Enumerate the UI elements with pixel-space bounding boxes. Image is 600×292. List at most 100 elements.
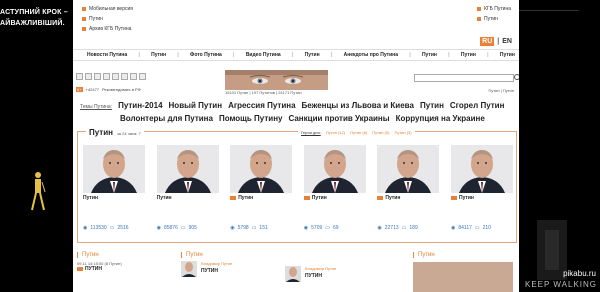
- photo-card[interactable]: Путин ◉ 113530 ▭ 2516: [83, 145, 145, 231]
- bottom-name[interactable]: ПУТИН: [85, 266, 102, 272]
- top-link-mobile[interactable]: Мобильная версия: [82, 4, 133, 14]
- category-icon: [450, 196, 457, 200]
- rss-icon[interactable]: [139, 73, 146, 80]
- comments-count[interactable]: 210: [483, 225, 491, 231]
- photo-card[interactable]: Путин ◉ 85876 ▭ 905: [156, 145, 219, 231]
- putin-photo[interactable]: [450, 145, 513, 193]
- author-name[interactable]: Владимир Путин: [305, 266, 336, 271]
- card-name[interactable]: Путин: [238, 195, 253, 201]
- mailru-icon[interactable]: [121, 73, 128, 80]
- putin-photo[interactable]: [303, 145, 366, 193]
- photo-card[interactable]: Путин ◉ 5709 ▭ 69: [303, 145, 366, 231]
- top-link-putin[interactable]: Путин: [82, 14, 133, 24]
- comment-icon: ▭: [251, 225, 257, 231]
- facebook-icon[interactable]: [76, 73, 83, 80]
- card-name[interactable]: Путин: [83, 195, 98, 201]
- comment-icon: ▭: [180, 225, 186, 231]
- author-thumb[interactable]: [181, 261, 197, 277]
- bottom-section-title[interactable]: Путин: [181, 252, 273, 258]
- comments-count[interactable]: 151: [259, 225, 267, 231]
- topic-link[interactable]: Путин-2014: [118, 100, 162, 111]
- nav-item[interactable]: Анекдоты про Путина: [344, 52, 398, 58]
- twitter-icon[interactable]: [94, 73, 101, 80]
- nav-item[interactable]: Видео Путина: [246, 52, 281, 58]
- vk-icon[interactable]: [85, 73, 92, 80]
- topic-link[interactable]: Санкции против Украины: [288, 113, 389, 124]
- bottom-name[interactable]: ПУТИН: [305, 273, 336, 279]
- comments-count[interactable]: 905: [189, 225, 197, 231]
- author-name[interactable]: Владимир Путин: [201, 261, 232, 266]
- top-link-kgb[interactable]: КГБ Путина: [476, 4, 511, 14]
- topic-link[interactable]: Агрессия Путина: [228, 100, 295, 111]
- filter-link[interactable]: Путин (3): [394, 130, 411, 135]
- bottom-section-title[interactable]: Путин: [413, 252, 513, 258]
- right-advertisement[interactable]: KEEP WALKING: [519, 0, 600, 292]
- topic-link[interactable]: Беженцы из Львова и Киева: [302, 100, 414, 111]
- filter-link[interactable]: Путин (12): [326, 130, 345, 135]
- putin-photo[interactable]: [377, 145, 440, 193]
- topic-link[interactable]: Сгорел Путин: [450, 100, 505, 111]
- card-name[interactable]: Путин: [459, 195, 474, 201]
- photo-card[interactable]: Путин ◉ 5798 ▭ 151: [230, 145, 293, 231]
- section-subtitle: за 24 часа: 7: [116, 131, 141, 136]
- comments-count[interactable]: 189: [409, 225, 417, 231]
- bottom-photo[interactable]: [413, 262, 513, 292]
- bottom-col-3: Владимир Путин ПУТИН: [285, 252, 377, 282]
- category-icon: [377, 196, 384, 200]
- comments-count[interactable]: 2516: [117, 225, 128, 231]
- comments-count[interactable]: 69: [333, 225, 339, 231]
- bottom-name[interactable]: ПУТИН: [201, 268, 232, 274]
- filter-link[interactable]: Путин (6): [350, 130, 367, 135]
- nav-item[interactable]: Путин: [151, 52, 166, 58]
- category-icon: [77, 267, 83, 271]
- comment-icon: ▭: [401, 225, 407, 231]
- social-buttons: [76, 73, 146, 80]
- search-input[interactable]: [414, 74, 519, 82]
- section-header: Путин за 24 часа: 7: [86, 128, 144, 137]
- card-name[interactable]: Путин: [157, 195, 172, 201]
- photo-card[interactable]: Путин ◉ 84117 ▭ 210: [450, 145, 513, 231]
- photo-card[interactable]: Путин ◉ 22713 ▭ 189: [377, 145, 440, 231]
- nav-item[interactable]: Путин: [461, 52, 476, 58]
- author-thumb[interactable]: [285, 266, 301, 282]
- heroes-label[interactable]: Герои дня:: [301, 130, 321, 135]
- section-title[interactable]: Путин: [89, 128, 113, 137]
- nav-item[interactable]: Путин: [500, 52, 515, 58]
- livejournal-icon[interactable]: [103, 73, 110, 80]
- topic-link[interactable]: Новый Путин: [169, 100, 223, 111]
- left-advertisement[interactable]: АСТУПНИЙ КРОК – АЙВАЖЛИВІШИЙ.: [0, 0, 73, 292]
- views-count: 113530: [90, 225, 107, 231]
- top-link-archive[interactable]: Архив КГБ Путина: [82, 24, 133, 34]
- nav-item[interactable]: Путин: [305, 52, 320, 58]
- striding-man-logo-icon: [31, 172, 46, 211]
- bottom-section-title[interactable]: Путин: [77, 252, 169, 258]
- recommend-link[interactable]: Рекомендовать в РФ: [102, 87, 141, 92]
- topic-link[interactable]: Волонтеры для Путина: [120, 113, 213, 124]
- top-link-putin-right[interactable]: Путин: [476, 14, 511, 24]
- lang-en[interactable]: EN: [502, 38, 512, 45]
- topic-link[interactable]: Помощь Путину: [219, 113, 283, 124]
- search-icon[interactable]: [514, 74, 519, 80]
- nav-item[interactable]: Путин: [422, 52, 437, 58]
- topic-link[interactable]: Путин: [420, 100, 444, 111]
- header-banner-eyes[interactable]: [225, 70, 328, 90]
- topic-link[interactable]: Коррупция на Украине: [396, 113, 485, 124]
- youtube-icon[interactable]: [130, 73, 137, 80]
- odnoklassniki-icon[interactable]: [112, 73, 119, 80]
- putin-photo[interactable]: [83, 145, 145, 193]
- card-name[interactable]: Путин: [385, 195, 400, 201]
- lang-ru[interactable]: RU: [480, 37, 495, 46]
- card-name[interactable]: Путин: [312, 195, 327, 201]
- gplus-badge[interactable]: 8+: [76, 87, 83, 92]
- eye-icon: ◉: [230, 225, 235, 231]
- eye-icon: ◉: [303, 225, 309, 231]
- likes-count: +42477: [85, 87, 100, 92]
- putin-photo[interactable]: [156, 145, 219, 193]
- putin-photo[interactable]: [230, 145, 293, 193]
- nav-item[interactable]: Фото Путина: [190, 52, 222, 58]
- search-sublinks[interactable]: Путин | Путин: [488, 88, 514, 93]
- filter-link[interactable]: Путин (5): [372, 130, 389, 135]
- bottom-col-4: Путин: [413, 252, 513, 292]
- ad-text-line1: АСТУПНИЙ КРОК –: [0, 9, 68, 16]
- nav-item[interactable]: Новости Путина: [87, 52, 127, 58]
